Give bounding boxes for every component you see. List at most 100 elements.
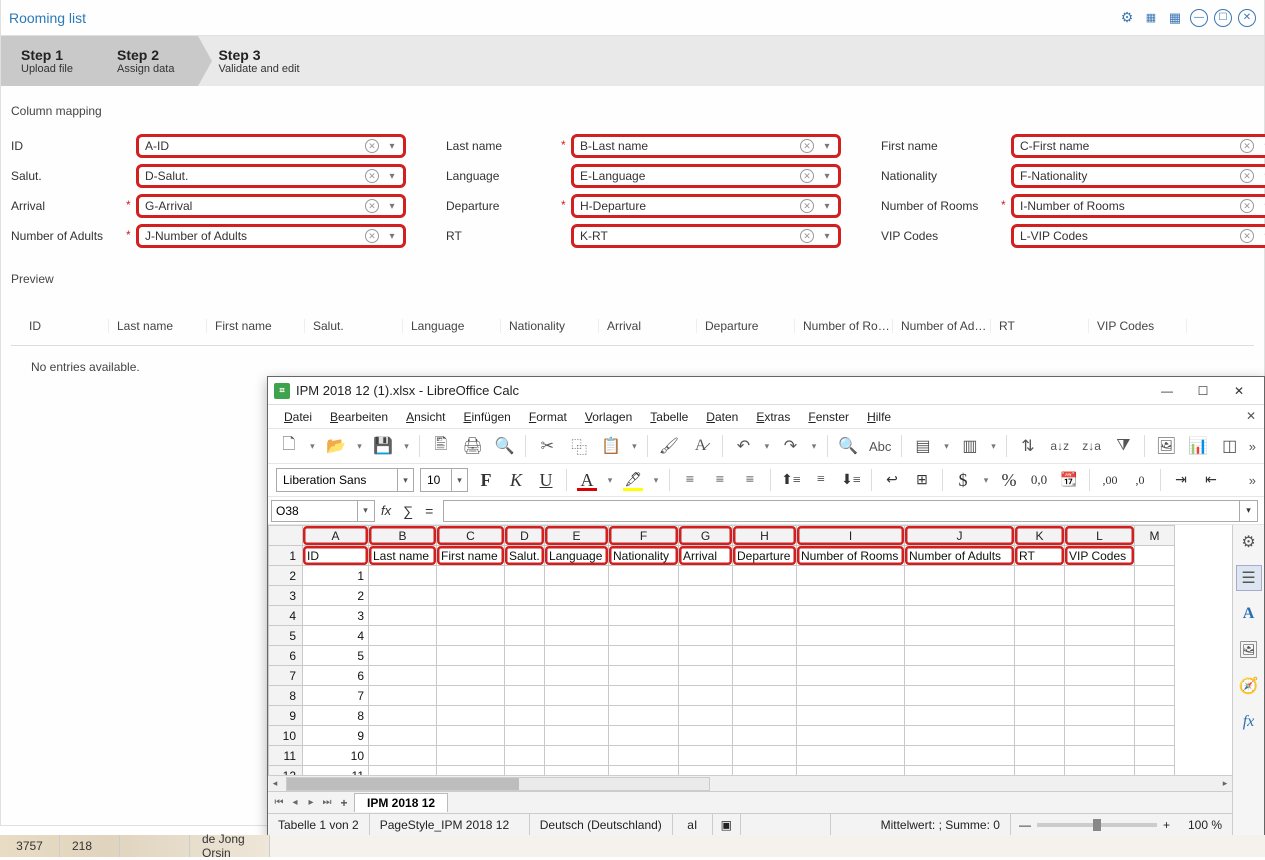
cell[interactable]: [437, 646, 505, 666]
preview-column-header[interactable]: Arrival: [599, 319, 697, 333]
cell[interactable]: [797, 706, 905, 726]
cell[interactable]: [1015, 706, 1065, 726]
preview-column-header[interactable]: Number of Ad…: [893, 319, 991, 333]
mapping-combo[interactable]: K-RT✕▾: [571, 224, 841, 248]
cell[interactable]: Nationality: [609, 546, 679, 566]
save-icon[interactable]: 💾: [370, 433, 396, 459]
step-2[interactable]: Step 2 Assign data: [97, 36, 198, 86]
cell[interactable]: [679, 766, 733, 776]
cell[interactable]: [1135, 746, 1175, 766]
cell[interactable]: [1065, 746, 1135, 766]
cell[interactable]: [679, 626, 733, 646]
cell[interactable]: 5: [303, 646, 369, 666]
cell[interactable]: [609, 766, 679, 776]
menu-fenster[interactable]: Fenster: [800, 407, 857, 427]
cell[interactable]: [679, 566, 733, 586]
cell[interactable]: [679, 726, 733, 746]
clear-icon[interactable]: ✕: [1240, 199, 1254, 213]
cell[interactable]: [679, 646, 733, 666]
indent-dec-button[interactable]: ⇤: [1199, 468, 1223, 492]
col-header-M[interactable]: M: [1135, 526, 1175, 546]
cell[interactable]: [437, 566, 505, 586]
grid-small-icon[interactable]: ▦: [1142, 9, 1160, 27]
clear-format-icon[interactable]: A̷: [688, 433, 714, 459]
cell[interactable]: [1135, 626, 1175, 646]
cell[interactable]: [505, 706, 545, 726]
cell[interactable]: [1065, 646, 1135, 666]
cell[interactable]: [505, 606, 545, 626]
cell[interactable]: [1015, 666, 1065, 686]
redo-dropdown[interactable]: ▾: [809, 441, 818, 452]
cell[interactable]: [905, 606, 1015, 626]
copy-icon[interactable]: ⿻: [566, 433, 592, 459]
cell[interactable]: [733, 566, 797, 586]
row-header[interactable]: 9: [269, 706, 303, 726]
sidebar-functions-icon[interactable]: fx: [1236, 709, 1262, 735]
cell[interactable]: [369, 586, 437, 606]
col-header-B[interactable]: B: [369, 526, 437, 546]
align-right-button[interactable]: ≡: [738, 468, 762, 492]
open-icon[interactable]: 📂: [323, 433, 349, 459]
cell[interactable]: [545, 566, 609, 586]
spellcheck-icon[interactable]: Abc: [867, 433, 893, 459]
cell[interactable]: [905, 766, 1015, 776]
cell[interactable]: [545, 646, 609, 666]
align-left-button[interactable]: ≡: [678, 468, 702, 492]
cell[interactable]: [905, 726, 1015, 746]
row-header[interactable]: 6: [269, 646, 303, 666]
cell[interactable]: [437, 586, 505, 606]
sum-button[interactable]: ∑: [397, 503, 419, 519]
cell[interactable]: [437, 766, 505, 776]
row-header[interactable]: 5: [269, 626, 303, 646]
font-size-combo[interactable]: ▾: [420, 468, 468, 492]
mapping-combo[interactable]: C-First name✕▾: [1011, 134, 1265, 158]
cell[interactable]: [1015, 686, 1065, 706]
menu-einfügen[interactable]: Einfügen: [455, 407, 518, 427]
cell[interactable]: 8: [303, 706, 369, 726]
status-zoom-value[interactable]: 100 %: [1178, 814, 1232, 835]
cell[interactable]: [369, 746, 437, 766]
toolbar-overflow-icon[interactable]: »: [1249, 439, 1256, 454]
function-wizard-button[interactable]: fx: [375, 503, 397, 518]
cell[interactable]: [609, 646, 679, 666]
cell[interactable]: [1065, 666, 1135, 686]
menu-format[interactable]: Format: [521, 407, 575, 427]
mapping-combo[interactable]: L-VIP Codes✕▾: [1011, 224, 1265, 248]
format-toolbar-overflow-icon[interactable]: »: [1249, 473, 1256, 488]
cell[interactable]: [679, 666, 733, 686]
col-header-E[interactable]: E: [545, 526, 609, 546]
find-icon[interactable]: 🔍: [835, 433, 861, 459]
cell[interactable]: VIP Codes: [1065, 546, 1135, 566]
cell[interactable]: [1065, 586, 1135, 606]
sidebar-gallery-icon[interactable]: 🖼: [1236, 637, 1262, 663]
row-header[interactable]: 2: [269, 566, 303, 586]
cell[interactable]: 1: [303, 566, 369, 586]
zoom-in-icon[interactable]: +: [1163, 818, 1170, 832]
preview-column-header[interactable]: Departure: [697, 319, 795, 333]
sort-desc-icon[interactable]: z↓a: [1079, 433, 1105, 459]
cell[interactable]: [609, 626, 679, 646]
col-header-F[interactable]: F: [609, 526, 679, 546]
preview-column-header[interactable]: First name: [207, 319, 305, 333]
underline-button[interactable]: U: [534, 468, 558, 492]
font-name-combo[interactable]: ▾: [276, 468, 414, 492]
menu-hilfe[interactable]: Hilfe: [859, 407, 899, 427]
cell[interactable]: [545, 746, 609, 766]
align-center-button[interactable]: ≡: [708, 468, 732, 492]
lo-doc-close-icon[interactable]: ✕: [1246, 409, 1256, 423]
minimize-button[interactable]: —: [1190, 9, 1208, 27]
cell[interactable]: ID: [303, 546, 369, 566]
cell[interactable]: [545, 686, 609, 706]
cell[interactable]: [505, 666, 545, 686]
col-icon[interactable]: ▥: [957, 433, 983, 459]
horizontal-scrollbar[interactable]: ◂ ▸: [268, 775, 1232, 791]
chevron-down-icon[interactable]: ▾: [1258, 201, 1265, 212]
name-box[interactable]: ▾: [271, 500, 375, 522]
tab-next-icon[interactable]: ▸: [304, 797, 318, 808]
cell[interactable]: [369, 706, 437, 726]
cell[interactable]: [437, 686, 505, 706]
pivot-icon[interactable]: ◫: [1217, 433, 1243, 459]
cell[interactable]: [1065, 606, 1135, 626]
cell[interactable]: [733, 626, 797, 646]
cell[interactable]: [1135, 606, 1175, 626]
